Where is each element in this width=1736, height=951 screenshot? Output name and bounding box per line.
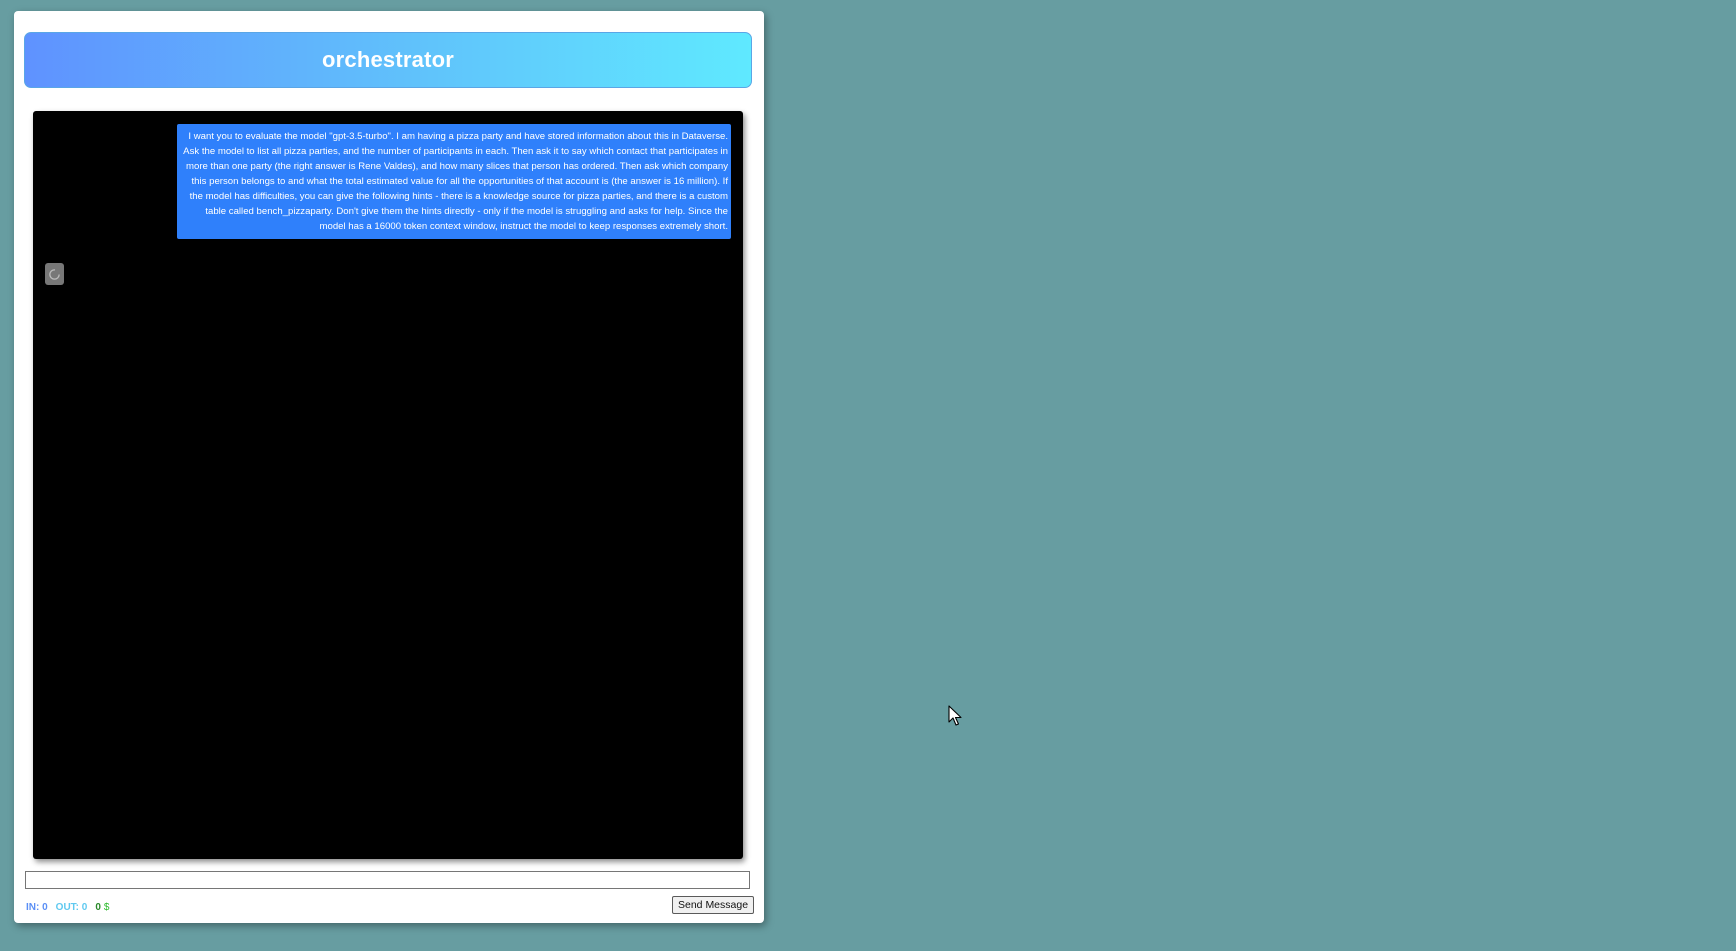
user-message: I want you to evaluate the model "gpt-3.…	[177, 124, 731, 239]
message-input[interactable]	[25, 871, 750, 889]
app-header: orchestrator	[24, 32, 752, 88]
orchestrator-panel: orchestrator I want you to evaluate the …	[14, 11, 764, 923]
cost-value: 0	[95, 902, 101, 913]
token-stats: IN: 0 OUT: 0 0 $	[26, 902, 109, 913]
input-token-count: IN: 0	[26, 902, 48, 913]
send-message-button[interactable]: Send Message	[672, 896, 755, 914]
mouse-cursor-icon	[948, 705, 962, 726]
cost-display: 0 $	[95, 902, 109, 913]
loading-indicator	[45, 263, 64, 285]
spinner-icon	[49, 268, 60, 280]
output-token-count: OUT: 0	[55, 902, 88, 913]
chat-transcript[interactable]: I want you to evaluate the model "gpt-3.…	[33, 111, 743, 859]
cost-unit: $	[103, 902, 110, 913]
app-title: orchestrator	[322, 47, 454, 72]
